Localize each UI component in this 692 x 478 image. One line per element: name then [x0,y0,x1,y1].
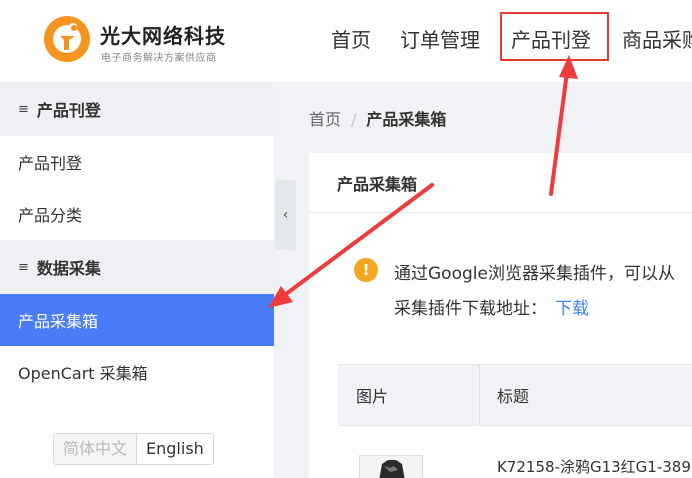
sidebar-group-product-listing[interactable]: ≡ 产品刊登 [0,82,274,136]
nav-home[interactable]: 首页 [331,24,371,53]
product-image-icon [360,456,422,478]
product-thumbnail[interactable] [359,455,423,478]
column-divider [479,365,480,425]
card-title: 产品采集箱 [309,153,692,213]
sidebar-group-label: 数据采集 [36,259,101,278]
sidebar: ≡ 产品刊登 产品刊登 产品分类 ≡ 数据采集 产品采集箱 OpenCart 采… [0,82,274,478]
menu-lines-icon: ≡ [18,259,29,275]
brand-tagline: 电子商务解决方案供应商 [101,53,217,64]
sidebar-item-opencart-collection-box[interactable]: OpenCart 采集箱 [0,346,274,398]
nav-purchasing[interactable]: 商品采购 [622,24,692,53]
breadcrumb: 首页 / 产品采集箱 [309,106,446,130]
download-notice: 采集插件下载地址： 下载 [394,294,589,319]
download-link[interactable]: 下载 [555,299,589,319]
breadcrumb-home[interactable]: 首页 [309,110,341,129]
language-switch: 简体中文 English [53,433,214,465]
breadcrumb-separator: / [351,110,357,129]
menu-lines-icon: ≡ [18,101,29,117]
table-header: 图片 标题 [338,364,692,426]
nav-order-management[interactable]: 订单管理 [400,24,480,53]
sidebar-item-product-collection-box[interactable]: 产品采集箱 [0,294,274,346]
sidebar-item-product-listing[interactable]: 产品刊登 [0,136,274,188]
sidebar-group-label: 产品刊登 [36,101,101,120]
lang-en-button[interactable]: English [137,434,213,464]
product-title[interactable]: K72158-涂鸦G13红G1-3898 [497,456,692,477]
download-notice-label: 采集插件下载地址： [394,299,547,319]
warning-icon: ! [354,258,378,282]
chevron-left-icon: ‹ [282,207,289,223]
brand-name: 光大网络科技 [100,24,226,48]
sidebar-group-data-collection[interactable]: ≡ 数据采集 [0,240,274,294]
brand-logo-icon [44,16,90,62]
collection-box-card: 产品采集箱 ! 通过Google浏览器采集插件，可以从 采集插件下载地址： 下载 … [309,153,692,478]
column-header-image: 图片 [356,387,389,406]
breadcrumb-current: 产品采集箱 [366,110,447,129]
nav-highlight-box [500,12,609,61]
lang-zh-button[interactable]: 简体中文 [54,434,138,464]
notice-text: 通过Google浏览器采集插件，可以从 [394,264,675,284]
sidebar-item-product-category[interactable]: 产品分类 [0,188,274,240]
sidebar-collapse-button[interactable]: ‹ [275,180,296,250]
column-header-title: 标题 [497,387,530,406]
